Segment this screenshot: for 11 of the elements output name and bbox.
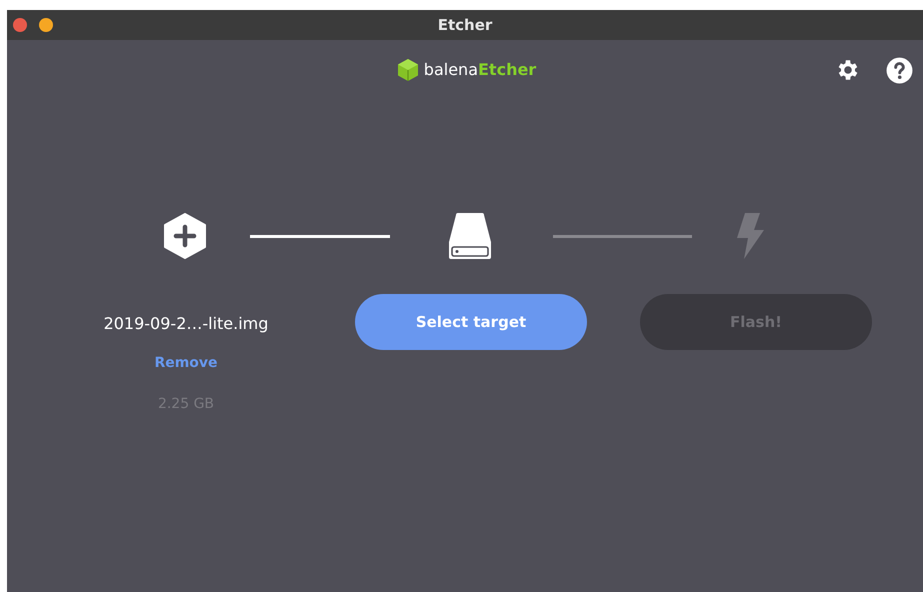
image-file-name: 2019-09-2…-lite.img — [104, 313, 268, 335]
drive-icon[interactable] — [447, 212, 493, 260]
remove-link[interactable]: Remove — [154, 353, 218, 374]
window-title: Etcher — [438, 14, 492, 36]
close-button[interactable] — [13, 18, 27, 32]
select-target-button[interactable]: Select target — [355, 294, 587, 350]
minimize-button[interactable] — [39, 18, 53, 32]
app-logo: balenaEtcher — [396, 58, 536, 82]
help-icon[interactable] — [886, 57, 913, 84]
plus-hexagon-icon[interactable] — [163, 213, 207, 259]
cube-icon — [396, 58, 419, 82]
